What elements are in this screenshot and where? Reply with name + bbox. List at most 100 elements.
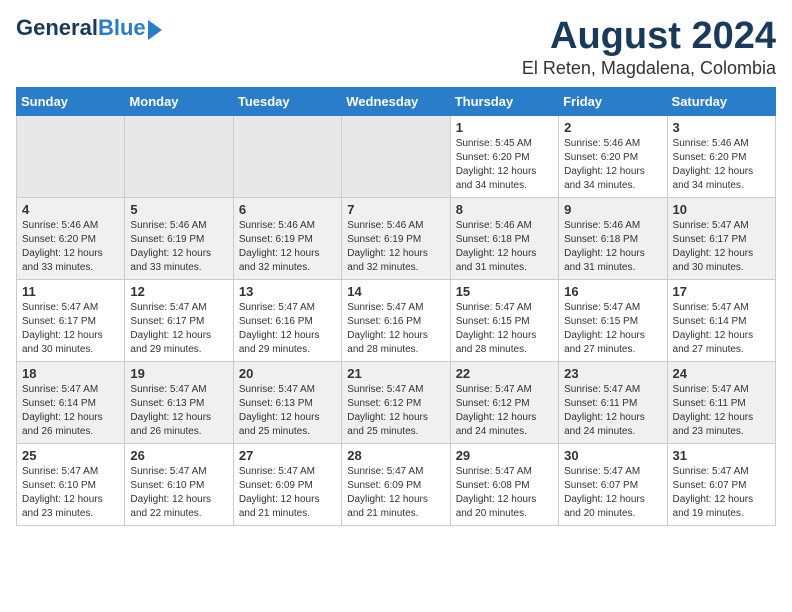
calendar-cell: 14 Sunrise: 5:47 AM Sunset: 6:16 PM Dayli… (342, 279, 450, 361)
calendar-cell: 2 Sunrise: 5:46 AM Sunset: 6:20 PM Daylig… (559, 115, 667, 197)
day-number: 30 (564, 448, 661, 463)
logo-arrow-icon (148, 20, 162, 40)
day-number: 15 (456, 284, 553, 299)
day-content: Sunrise: 5:46 AM Sunset: 6:18 PM Dayligh… (564, 219, 661, 275)
day-content: Sunrise: 5:47 AM Sunset: 6:17 PM Dayligh… (130, 301, 227, 357)
calendar-cell: 15Sunrise: 5:47 AM Sunset: 6:15 PM Dayli… (450, 279, 558, 361)
day-content: Sunrise: 5:47 AM Sunset: 6:07 PM Dayligh… (673, 465, 770, 521)
logo-text: GeneralBlue (16, 16, 146, 40)
header-row: SundayMondayTuesdayWednesdayThursdayFrid… (17, 87, 776, 115)
day-number: 4 (22, 202, 119, 217)
calendar-table: SundayMondayTuesdayWednesdayThursdayFrid… (16, 87, 776, 526)
day-content: Sunrise: 5:47 AM Sunset: 6:11 PM Dayligh… (564, 383, 661, 439)
calendar-cell: 19Sunrise: 5:47 AM Sunset: 6:13 PM Dayli… (125, 361, 233, 443)
day-number: 25 (22, 448, 119, 463)
day-number: 5 (130, 202, 227, 217)
header-thursday: Thursday (450, 87, 558, 115)
week-row-1: 4 Sunrise: 5:46 AM Sunset: 6:20 PM Daylig… (17, 197, 776, 279)
day-number: 10 (673, 202, 770, 217)
calendar-cell: 1 Sunrise: 5:45 AM Sunset: 6:20 PM Daylig… (450, 115, 558, 197)
calendar-cell: 28 Sunrise: 5:47 AM Sunset: 6:09 PM Dayli… (342, 443, 450, 525)
calendar-cell: 18 Sunrise: 5:47 AM Sunset: 6:14 PM Dayli… (17, 361, 125, 443)
title-block: August 2024 El Reten, Magdalena, Colombi… (522, 16, 776, 79)
day-number: 13 (239, 284, 336, 299)
calendar-title: August 2024 (522, 16, 776, 58)
day-content: Sunrise: 5:47 AM Sunset: 6:14 PM Dayligh… (22, 383, 119, 439)
calendar-cell: 29 Sunrise: 5:47 AM Sunset: 6:08 PM Dayli… (450, 443, 558, 525)
week-row-3: 18 Sunrise: 5:47 AM Sunset: 6:14 PM Dayli… (17, 361, 776, 443)
day-content: Sunrise: 5:46 AM Sunset: 6:20 PM Dayligh… (673, 137, 770, 193)
day-number: 11 (22, 284, 119, 299)
calendar-cell: 11 Sunrise: 5:47 AM Sunset: 6:17 PM Dayli… (17, 279, 125, 361)
day-content: Sunrise: 5:46 AM Sunset: 6:20 PM Dayligh… (22, 219, 119, 275)
calendar-cell: 10Sunrise: 5:47 AM Sunset: 6:17 PM Dayli… (667, 197, 775, 279)
day-number: 26 (130, 448, 227, 463)
calendar-cell: 30 Sunrise: 5:47 AM Sunset: 6:07 PM Dayli… (559, 443, 667, 525)
day-content: Sunrise: 5:47 AM Sunset: 6:08 PM Dayligh… (456, 465, 553, 521)
day-number: 24 (673, 366, 770, 381)
calendar-cell: 13 Sunrise: 5:47 AM Sunset: 6:16 PM Dayli… (233, 279, 341, 361)
day-number: 2 (564, 120, 661, 135)
day-content: Sunrise: 5:47 AM Sunset: 6:09 PM Dayligh… (239, 465, 336, 521)
calendar-cell: 16 Sunrise: 5:47 AM Sunset: 6:15 PM Dayli… (559, 279, 667, 361)
calendar-cell: 31 Sunrise: 5:47 AM Sunset: 6:07 PM Dayli… (667, 443, 775, 525)
day-number: 7 (347, 202, 444, 217)
day-number: 28 (347, 448, 444, 463)
day-content: Sunrise: 5:46 AM Sunset: 6:19 PM Dayligh… (239, 219, 336, 275)
day-number: 27 (239, 448, 336, 463)
day-number: 14 (347, 284, 444, 299)
day-content: Sunrise: 5:47 AM Sunset: 6:12 PM Dayligh… (456, 383, 553, 439)
calendar-cell (125, 115, 233, 197)
calendar-cell (17, 115, 125, 197)
day-content: Sunrise: 5:47 AM Sunset: 6:15 PM Dayligh… (564, 301, 661, 357)
day-content: Sunrise: 5:47 AM Sunset: 6:14 PM Dayligh… (673, 301, 770, 357)
calendar-cell: 3Sunrise: 5:46 AM Sunset: 6:20 PM Daylig… (667, 115, 775, 197)
day-number: 8 (456, 202, 553, 217)
calendar-cell (233, 115, 341, 197)
day-number: 12 (130, 284, 227, 299)
day-content: Sunrise: 5:47 AM Sunset: 6:16 PM Dayligh… (239, 301, 336, 357)
day-content: Sunrise: 5:46 AM Sunset: 6:20 PM Dayligh… (564, 137, 661, 193)
day-content: Sunrise: 5:47 AM Sunset: 6:16 PM Dayligh… (347, 301, 444, 357)
calendar-cell: 27 Sunrise: 5:47 AM Sunset: 6:09 PM Dayli… (233, 443, 341, 525)
header-monday: Monday (125, 87, 233, 115)
day-content: Sunrise: 5:46 AM Sunset: 6:18 PM Dayligh… (456, 219, 553, 275)
calendar-cell: 26 Sunrise: 5:47 AM Sunset: 6:10 PM Dayli… (125, 443, 233, 525)
week-row-2: 11 Sunrise: 5:47 AM Sunset: 6:17 PM Dayli… (17, 279, 776, 361)
day-content: Sunrise: 5:45 AM Sunset: 6:20 PM Dayligh… (456, 137, 553, 193)
day-content: Sunrise: 5:47 AM Sunset: 6:10 PM Dayligh… (130, 465, 227, 521)
calendar-cell: 20Sunrise: 5:47 AM Sunset: 6:13 PM Dayli… (233, 361, 341, 443)
day-number: 31 (673, 448, 770, 463)
day-number: 22 (456, 366, 553, 381)
day-number: 23 (564, 366, 661, 381)
logo: GeneralBlue (16, 16, 162, 40)
day-content: Sunrise: 5:47 AM Sunset: 6:09 PM Dayligh… (347, 465, 444, 521)
calendar-header: SundayMondayTuesdayWednesdayThursdayFrid… (17, 87, 776, 115)
calendar-cell: 12 Sunrise: 5:47 AM Sunset: 6:17 PM Dayli… (125, 279, 233, 361)
calendar-cell: 17 Sunrise: 5:47 AM Sunset: 6:14 PM Dayli… (667, 279, 775, 361)
day-content: Sunrise: 5:46 AM Sunset: 6:19 PM Dayligh… (347, 219, 444, 275)
day-content: Sunrise: 5:47 AM Sunset: 6:10 PM Dayligh… (22, 465, 119, 521)
calendar-cell: 24Sunrise: 5:47 AM Sunset: 6:11 PM Dayli… (667, 361, 775, 443)
day-number: 18 (22, 366, 119, 381)
day-number: 6 (239, 202, 336, 217)
day-number: 17 (673, 284, 770, 299)
calendar-cell: 5Sunrise: 5:46 AM Sunset: 6:19 PM Daylig… (125, 197, 233, 279)
day-number: 19 (130, 366, 227, 381)
day-number: 1 (456, 120, 553, 135)
header-tuesday: Tuesday (233, 87, 341, 115)
calendar-cell: 6 Sunrise: 5:46 AM Sunset: 6:19 PM Daylig… (233, 197, 341, 279)
header-sunday: Sunday (17, 87, 125, 115)
day-content: Sunrise: 5:47 AM Sunset: 6:07 PM Dayligh… (564, 465, 661, 521)
calendar-subtitle: El Reten, Magdalena, Colombia (522, 58, 776, 79)
calendar-cell: 8 Sunrise: 5:46 AM Sunset: 6:18 PM Daylig… (450, 197, 558, 279)
calendar-body: 1 Sunrise: 5:45 AM Sunset: 6:20 PM Daylig… (17, 115, 776, 525)
day-number: 29 (456, 448, 553, 463)
day-content: Sunrise: 5:47 AM Sunset: 6:17 PM Dayligh… (22, 301, 119, 357)
day-number: 16 (564, 284, 661, 299)
calendar-cell: 9 Sunrise: 5:46 AM Sunset: 6:18 PM Daylig… (559, 197, 667, 279)
calendar-cell: 22 Sunrise: 5:47 AM Sunset: 6:12 PM Dayli… (450, 361, 558, 443)
calendar-cell: 21Sunrise: 5:47 AM Sunset: 6:12 PM Dayli… (342, 361, 450, 443)
week-row-4: 25 Sunrise: 5:47 AM Sunset: 6:10 PM Dayli… (17, 443, 776, 525)
day-number: 9 (564, 202, 661, 217)
